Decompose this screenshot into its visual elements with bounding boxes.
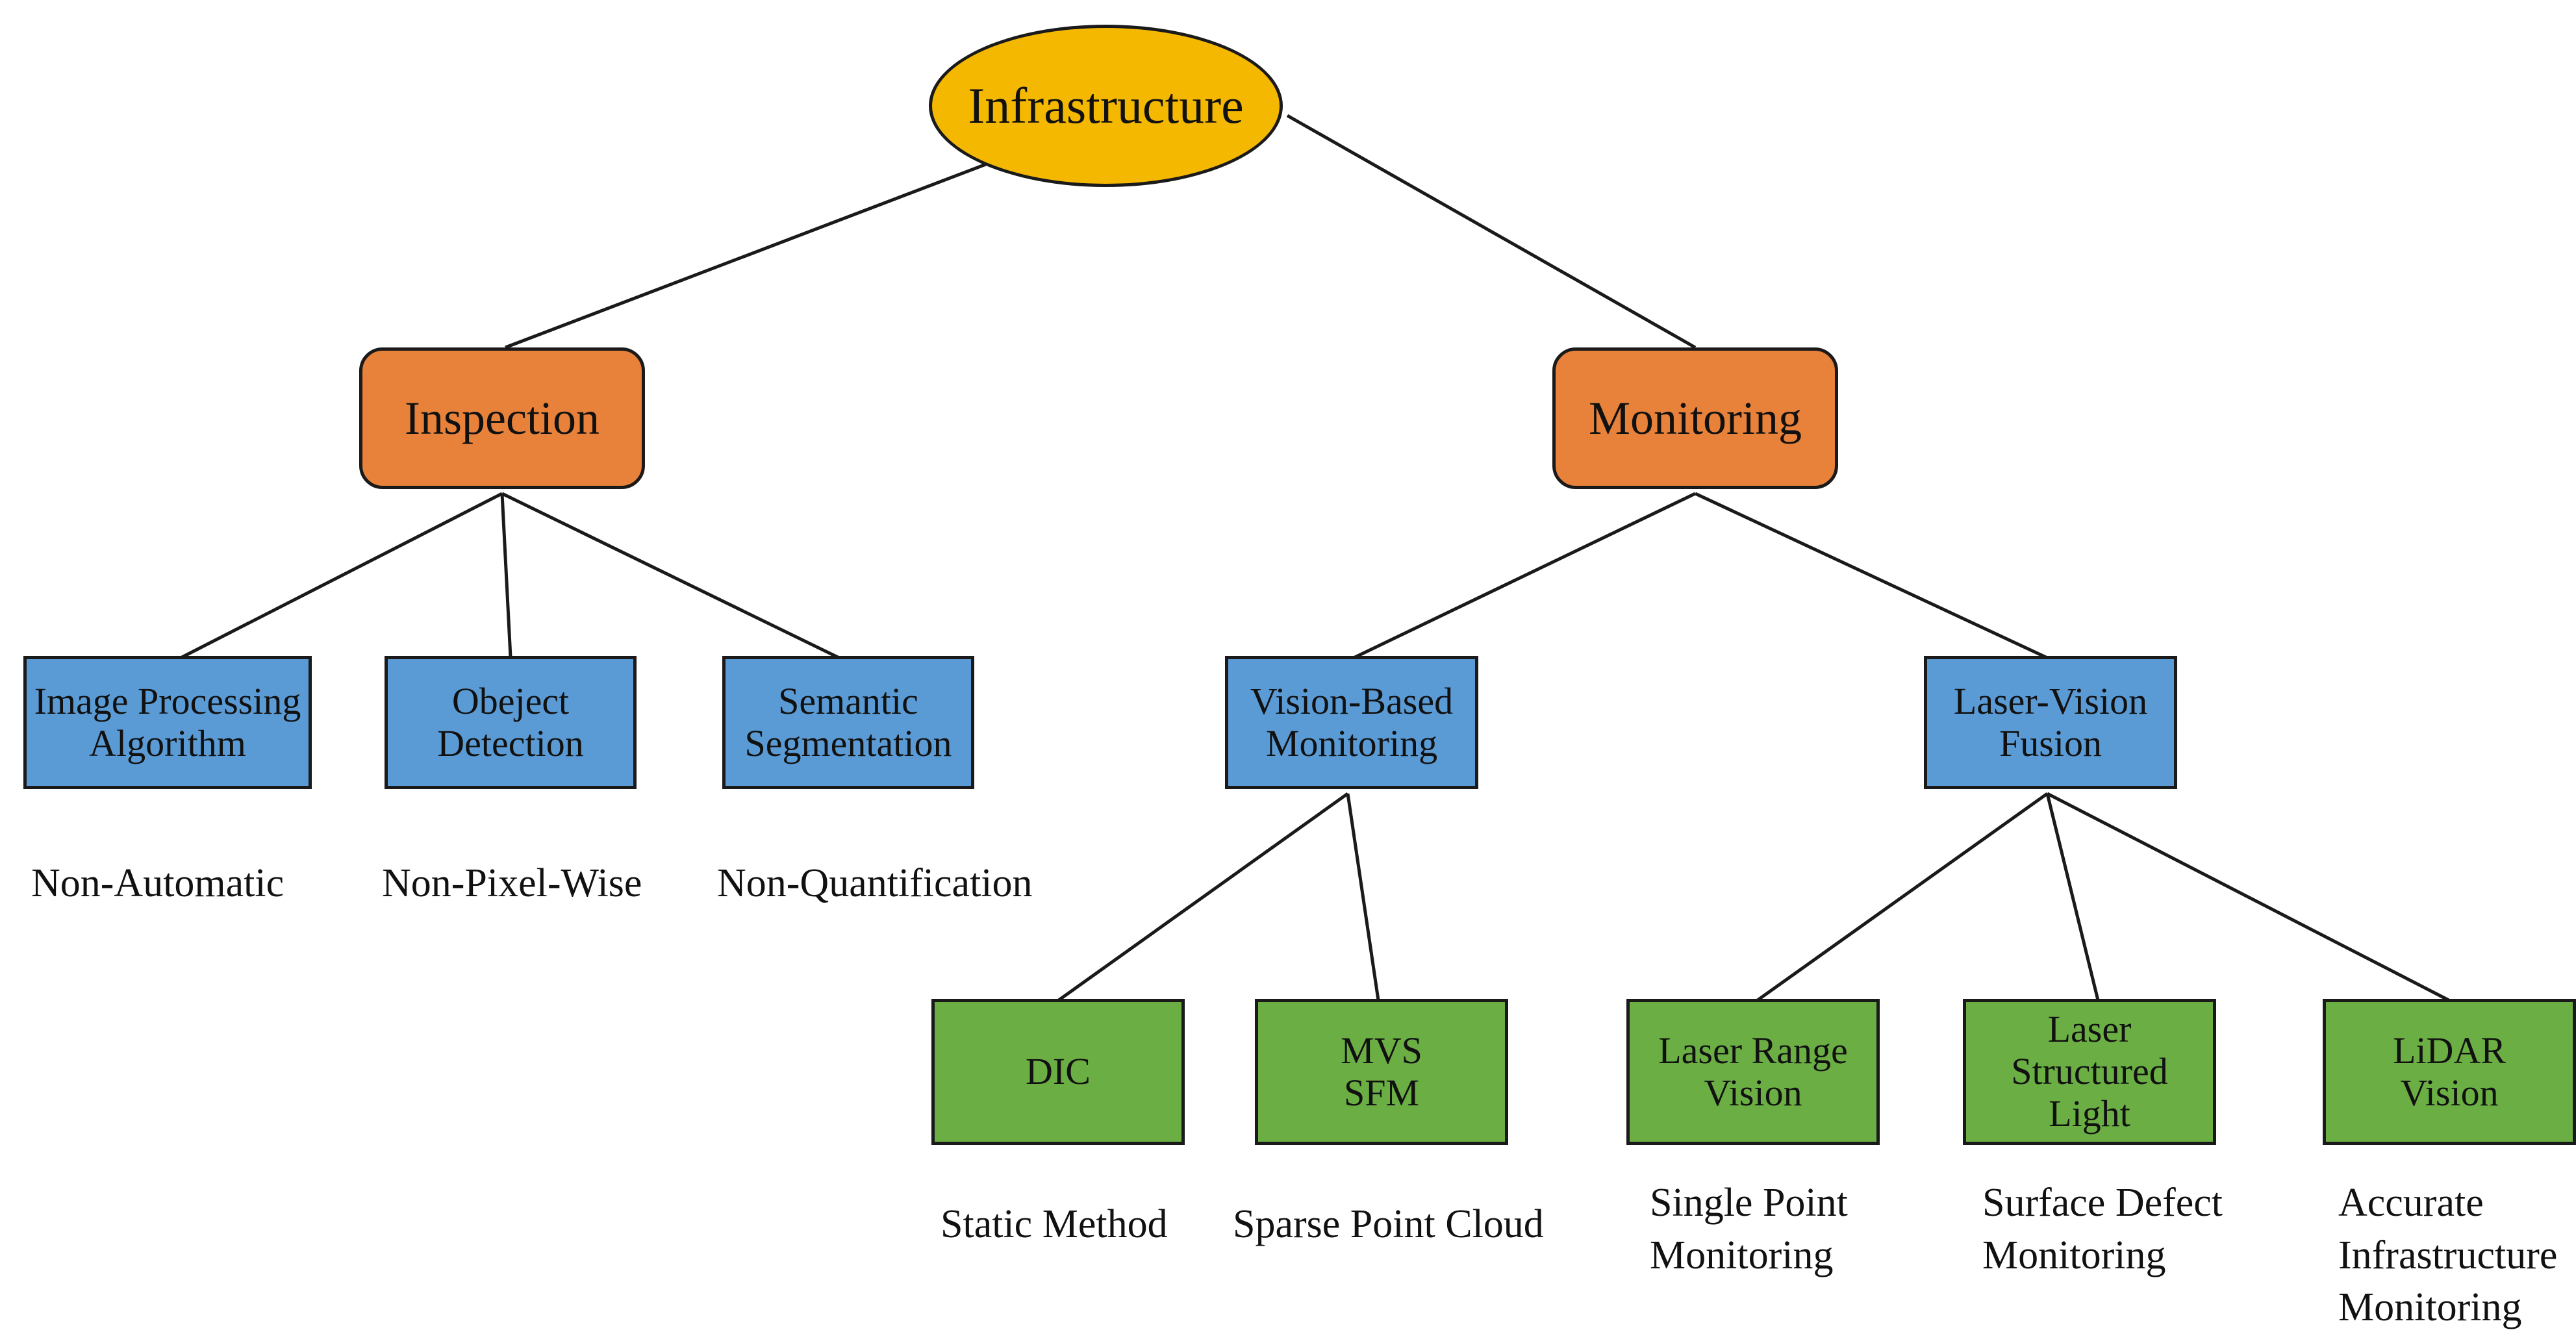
annotation-accurate-infrastructure-monitoring: Accurate Infrastructure Monitoring xyxy=(2338,1181,2558,1330)
annotation-non-pixel-wise: Non-Pixel-Wise xyxy=(382,861,642,905)
node-vision-based-monitoring[interactable]: Vision-Based Monitoring xyxy=(1225,656,1478,789)
node-label-vision-based-monitoring: Vision-Based Monitoring xyxy=(1250,679,1454,764)
connector-inspection-semantic-segmentation xyxy=(501,492,839,659)
node-label-image-processing-algorithm: Image Processing Algorithm xyxy=(34,679,301,764)
node-label-infrastructure: Infrastructure xyxy=(968,77,1244,134)
node-laser-structured-light[interactable]: Laser Structured Light xyxy=(1963,999,2216,1145)
annotation-non-automatic: Non-Automatic xyxy=(31,861,284,905)
connector-laser-vision-laser-range xyxy=(1756,792,2049,1002)
node-object-detection[interactable]: Obeject Detection xyxy=(385,656,637,789)
node-label-dic: DIC xyxy=(1026,1050,1091,1093)
connector-inspection-object-detection xyxy=(500,493,512,658)
node-infrastructure[interactable]: Infrastructure xyxy=(929,25,1283,187)
annotation-surface-defect-monitoring: Surface Defect Monitoring xyxy=(1982,1181,2223,1277)
annotation-static-method: Static Method xyxy=(941,1202,1168,1246)
connector-laser-vision-structured-light xyxy=(2045,793,2100,1001)
connector-infrastructure-inspection xyxy=(505,138,1050,349)
node-label-monitoring: Monitoring xyxy=(1588,392,1802,444)
node-label-laser-vision-fusion: Laser-Vision Fusion xyxy=(1953,679,2148,764)
annotation-sparse-point-cloud: Sparse Point Cloud xyxy=(1233,1202,1544,1246)
connector-monitoring-laser-vision xyxy=(1694,492,2047,659)
node-label-laser-range-vision: Laser Range Vision xyxy=(1658,1029,1848,1114)
node-label-lidar-vision: LiDAR Vision xyxy=(2393,1029,2506,1114)
node-semantic-segmentation[interactable]: Semantic Segmentation xyxy=(722,656,974,789)
node-mvs-sfm[interactable]: MVS SFM xyxy=(1255,999,1508,1145)
connector-inspection-image-processing xyxy=(181,492,503,659)
node-label-inspection: Inspection xyxy=(405,392,600,444)
node-dic[interactable]: DIC xyxy=(931,999,1185,1145)
node-laser-range-vision[interactable]: Laser Range Vision xyxy=(1626,999,1880,1145)
node-inspection[interactable]: Inspection xyxy=(359,347,645,489)
connector-laser-vision-lidar xyxy=(2046,792,2450,1002)
node-laser-vision-fusion[interactable]: Laser-Vision Fusion xyxy=(1924,656,2177,789)
connector-vision-based-mvs xyxy=(1346,793,1380,1001)
node-label-laser-structured-light: Laser Structured Light xyxy=(2011,1008,2168,1135)
connector-monitoring-vision-based xyxy=(1354,492,1697,659)
node-lidar-vision[interactable]: LiDAR Vision xyxy=(2323,999,2576,1145)
node-label-mvs-sfm: MVS SFM xyxy=(1341,1029,1422,1114)
annotation-non-quantification: Non-Quantification xyxy=(717,861,1033,905)
diagram-canvas: Infrastructure Inspection Monitoring Image … xyxy=(0,0,2576,1332)
connector-infrastructure-monitoring xyxy=(1286,114,1697,349)
annotation-single-point-monitoring: Single Point Monitoring xyxy=(1650,1181,1848,1277)
node-label-semantic-segmentation: Semantic Segmentation xyxy=(744,679,952,764)
node-label-object-detection: Obeject Detection xyxy=(437,679,584,764)
node-image-processing-algorithm[interactable]: Image Processing Algorithm xyxy=(23,656,312,789)
node-monitoring[interactable]: Monitoring xyxy=(1552,347,1838,489)
connector-vision-based-dic xyxy=(1057,792,1349,1002)
